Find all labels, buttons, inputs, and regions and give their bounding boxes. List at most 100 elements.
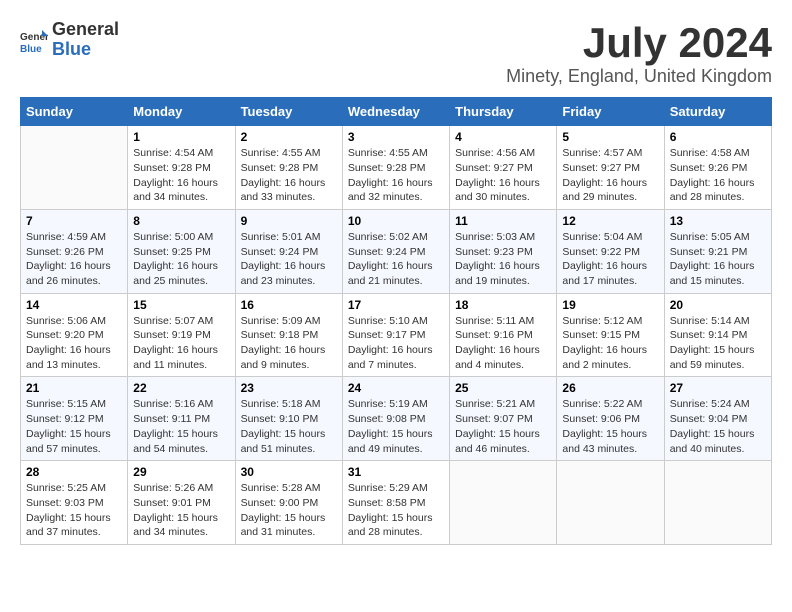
calendar-cell: 15 Sunrise: 5:07 AMSunset: 9:19 PMDayligh…	[128, 293, 235, 377]
calendar-week-row: 1 Sunrise: 4:54 AMSunset: 9:28 PMDaylight…	[21, 126, 772, 210]
header-wednesday: Wednesday	[342, 98, 449, 126]
day-info: Sunrise: 5:07 AMSunset: 9:19 PMDaylight:…	[133, 314, 229, 373]
day-number: 16	[241, 298, 337, 312]
calendar-cell	[557, 461, 664, 545]
day-number: 7	[26, 214, 122, 228]
day-number: 18	[455, 298, 551, 312]
day-number: 3	[348, 130, 444, 144]
day-info: Sunrise: 5:15 AMSunset: 9:12 PMDaylight:…	[26, 397, 122, 456]
calendar-cell: 10Sunrise: 5:02 AMSunset: 9:24 PMDayligh…	[342, 209, 449, 293]
day-number: 4	[455, 130, 551, 144]
day-number: 2	[241, 130, 337, 144]
day-info: Sunrise: 5:06 AMSunset: 9:20 PMDaylight:…	[26, 314, 122, 373]
calendar-cell: 24 Sunrise: 5:19 AMSunset: 9:08 PMDayligh…	[342, 377, 449, 461]
day-info: Sunrise: 5:24 AMSunset: 9:04 PMDaylight:…	[670, 397, 766, 456]
day-info: Sunrise: 5:25 AMSunset: 9:03 PMDaylight:…	[26, 481, 122, 540]
calendar-week-row: 14Sunrise: 5:06 AMSunset: 9:20 PMDayligh…	[21, 293, 772, 377]
svg-text:Blue: Blue	[20, 44, 42, 54]
day-number: 12	[562, 214, 658, 228]
calendar-cell: 3 Sunrise: 4:55 AMSunset: 9:28 PMDaylight…	[342, 126, 449, 210]
logo-general: General	[52, 20, 119, 40]
calendar-cell: 26 Sunrise: 5:22 AMSunset: 9:06 PMDayligh…	[557, 377, 664, 461]
calendar-cell: 19Sunrise: 5:12 AMSunset: 9:15 PMDayligh…	[557, 293, 664, 377]
day-number: 1	[133, 130, 229, 144]
day-number: 10	[348, 214, 444, 228]
calendar-cell: 27Sunrise: 5:24 AMSunset: 9:04 PMDayligh…	[664, 377, 771, 461]
page-header: General Blue General Blue July 2024 Mine…	[20, 20, 772, 87]
day-info: Sunrise: 4:54 AMSunset: 9:28 PMDaylight:…	[133, 146, 229, 205]
calendar-cell	[21, 126, 128, 210]
day-number: 22	[133, 381, 229, 395]
calendar-cell: 6 Sunrise: 4:58 AMSunset: 9:26 PMDaylight…	[664, 126, 771, 210]
calendar-table: SundayMondayTuesdayWednesdayThursdayFrid…	[20, 97, 772, 545]
day-info: Sunrise: 5:00 AMSunset: 9:25 PMDaylight:…	[133, 230, 229, 289]
day-info: Sunrise: 4:57 AMSunset: 9:27 PMDaylight:…	[562, 146, 658, 205]
month-title: July 2024	[506, 20, 772, 66]
day-info: Sunrise: 5:18 AMSunset: 9:10 PMDaylight:…	[241, 397, 337, 456]
calendar-cell: 4 Sunrise: 4:56 AMSunset: 9:27 PMDaylight…	[450, 126, 557, 210]
day-info: Sunrise: 4:56 AMSunset: 9:27 PMDaylight:…	[455, 146, 551, 205]
day-number: 9	[241, 214, 337, 228]
calendar-cell: 20 Sunrise: 5:14 AMSunset: 9:14 PMDayligh…	[664, 293, 771, 377]
location-title: Minety, England, United Kingdom	[506, 66, 772, 87]
calendar-cell: 9Sunrise: 5:01 AMSunset: 9:24 PMDaylight…	[235, 209, 342, 293]
header-sunday: Sunday	[21, 98, 128, 126]
calendar-cell: 23 Sunrise: 5:18 AMSunset: 9:10 PMDayligh…	[235, 377, 342, 461]
calendar-cell: 22 Sunrise: 5:16 AMSunset: 9:11 PMDayligh…	[128, 377, 235, 461]
calendar-cell: 18Sunrise: 5:11 AMSunset: 9:16 PMDayligh…	[450, 293, 557, 377]
calendar-cell: 11Sunrise: 5:03 AMSunset: 9:23 PMDayligh…	[450, 209, 557, 293]
header-monday: Monday	[128, 98, 235, 126]
calendar-cell: 31 Sunrise: 5:29 AMSunset: 8:58 PMDayligh…	[342, 461, 449, 545]
day-number: 5	[562, 130, 658, 144]
day-number: 31	[348, 465, 444, 479]
day-number: 29	[133, 465, 229, 479]
calendar-header-row: SundayMondayTuesdayWednesdayThursdayFrid…	[21, 98, 772, 126]
day-number: 15	[133, 298, 229, 312]
day-info: Sunrise: 5:22 AMSunset: 9:06 PMDaylight:…	[562, 397, 658, 456]
logo: General Blue General Blue	[20, 20, 119, 60]
day-number: 21	[26, 381, 122, 395]
day-info: Sunrise: 5:28 AMSunset: 9:00 PMDaylight:…	[241, 481, 337, 540]
day-number: 8	[133, 214, 229, 228]
logo-blue: Blue	[52, 40, 119, 60]
header-friday: Friday	[557, 98, 664, 126]
day-number: 20	[670, 298, 766, 312]
calendar-week-row: 7Sunrise: 4:59 AMSunset: 9:26 PMDaylight…	[21, 209, 772, 293]
calendar-cell: 25 Sunrise: 5:21 AMSunset: 9:07 PMDayligh…	[450, 377, 557, 461]
header-saturday: Saturday	[664, 98, 771, 126]
day-info: Sunrise: 5:14 AMSunset: 9:14 PMDaylight:…	[670, 314, 766, 373]
day-info: Sunrise: 5:19 AMSunset: 9:08 PMDaylight:…	[348, 397, 444, 456]
day-number: 23	[241, 381, 337, 395]
calendar-cell: 5 Sunrise: 4:57 AMSunset: 9:27 PMDaylight…	[557, 126, 664, 210]
day-number: 26	[562, 381, 658, 395]
day-info: Sunrise: 5:26 AMSunset: 9:01 PMDaylight:…	[133, 481, 229, 540]
day-info: Sunrise: 5:29 AMSunset: 8:58 PMDaylight:…	[348, 481, 444, 540]
header-tuesday: Tuesday	[235, 98, 342, 126]
calendar-cell: 21 Sunrise: 5:15 AMSunset: 9:12 PMDayligh…	[21, 377, 128, 461]
day-info: Sunrise: 4:55 AMSunset: 9:28 PMDaylight:…	[348, 146, 444, 205]
calendar-cell	[450, 461, 557, 545]
day-info: Sunrise: 5:12 AMSunset: 9:15 PMDaylight:…	[562, 314, 658, 373]
calendar-cell: 8 Sunrise: 5:00 AMSunset: 9:25 PMDaylight…	[128, 209, 235, 293]
calendar-cell: 30 Sunrise: 5:28 AMSunset: 9:00 PMDayligh…	[235, 461, 342, 545]
calendar-week-row: 21 Sunrise: 5:15 AMSunset: 9:12 PMDayligh…	[21, 377, 772, 461]
day-info: Sunrise: 4:58 AMSunset: 9:26 PMDaylight:…	[670, 146, 766, 205]
day-number: 28	[26, 465, 122, 479]
day-number: 25	[455, 381, 551, 395]
day-number: 24	[348, 381, 444, 395]
day-number: 6	[670, 130, 766, 144]
day-info: Sunrise: 5:10 AMSunset: 9:17 PMDaylight:…	[348, 314, 444, 373]
calendar-week-row: 28 Sunrise: 5:25 AMSunset: 9:03 PMDayligh…	[21, 461, 772, 545]
header-thursday: Thursday	[450, 98, 557, 126]
day-info: Sunrise: 5:04 AMSunset: 9:22 PMDaylight:…	[562, 230, 658, 289]
day-number: 13	[670, 214, 766, 228]
calendar-cell	[664, 461, 771, 545]
logo-icon: General Blue	[20, 26, 48, 54]
day-info: Sunrise: 5:16 AMSunset: 9:11 PMDaylight:…	[133, 397, 229, 456]
calendar-cell: 2 Sunrise: 4:55 AMSunset: 9:28 PMDaylight…	[235, 126, 342, 210]
day-info: Sunrise: 4:55 AMSunset: 9:28 PMDaylight:…	[241, 146, 337, 205]
day-number: 30	[241, 465, 337, 479]
day-info: Sunrise: 5:21 AMSunset: 9:07 PMDaylight:…	[455, 397, 551, 456]
calendar-cell: 12 Sunrise: 5:04 AMSunset: 9:22 PMDayligh…	[557, 209, 664, 293]
day-number: 17	[348, 298, 444, 312]
